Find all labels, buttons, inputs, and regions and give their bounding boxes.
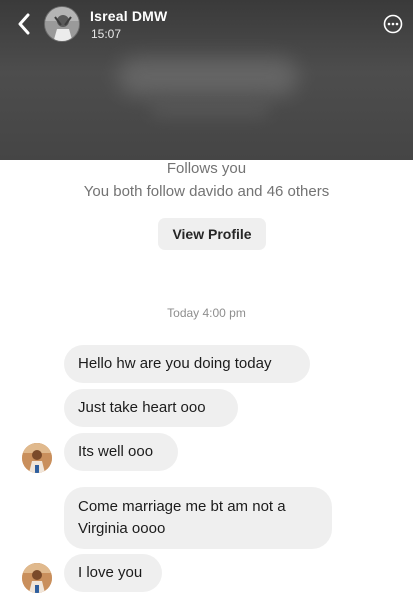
contact-name[interactable]: Isreal DMW	[90, 8, 167, 24]
conversation-header: Isreal DMW 15:07	[0, 0, 413, 160]
blurred-profile-area	[118, 58, 298, 96]
more-options-icon	[383, 14, 403, 34]
more-options-button[interactable]	[383, 14, 403, 34]
message-bubble[interactable]: Hello hw are you doing today	[64, 345, 310, 383]
message-bubble[interactable]: Its well ooo	[64, 433, 178, 471]
message-bubble[interactable]: Come marriage me bt am not a Virginia oo…	[64, 487, 332, 549]
blurred-profile-subtext	[150, 100, 270, 118]
message-timestamp: Today 4:00 pm	[167, 306, 246, 320]
mutual-followers-text: You both follow davido and 46 others	[83, 183, 330, 200]
message-text: Come marriage me bt am not a Virginia oo…	[78, 498, 286, 537]
back-button[interactable]	[12, 12, 36, 36]
chevron-left-icon	[18, 13, 30, 35]
message-text: Its well ooo	[78, 443, 154, 460]
contact-avatar[interactable]	[44, 6, 80, 42]
message-text: Hello hw are you doing today	[78, 355, 272, 372]
view-profile-button[interactable]: View Profile	[158, 218, 266, 250]
message-bubble[interactable]: Just take heart ooo	[64, 389, 238, 427]
message-text: I love you	[78, 564, 143, 581]
message-bubble[interactable]: I love you	[64, 554, 162, 592]
follows-you-label: Follows you	[166, 160, 247, 177]
sender-avatar[interactable]	[22, 563, 52, 593]
sender-avatar[interactable]	[22, 443, 52, 473]
contact-status-time: 15:07	[91, 27, 122, 41]
message-text: Just take heart ooo	[78, 399, 206, 416]
